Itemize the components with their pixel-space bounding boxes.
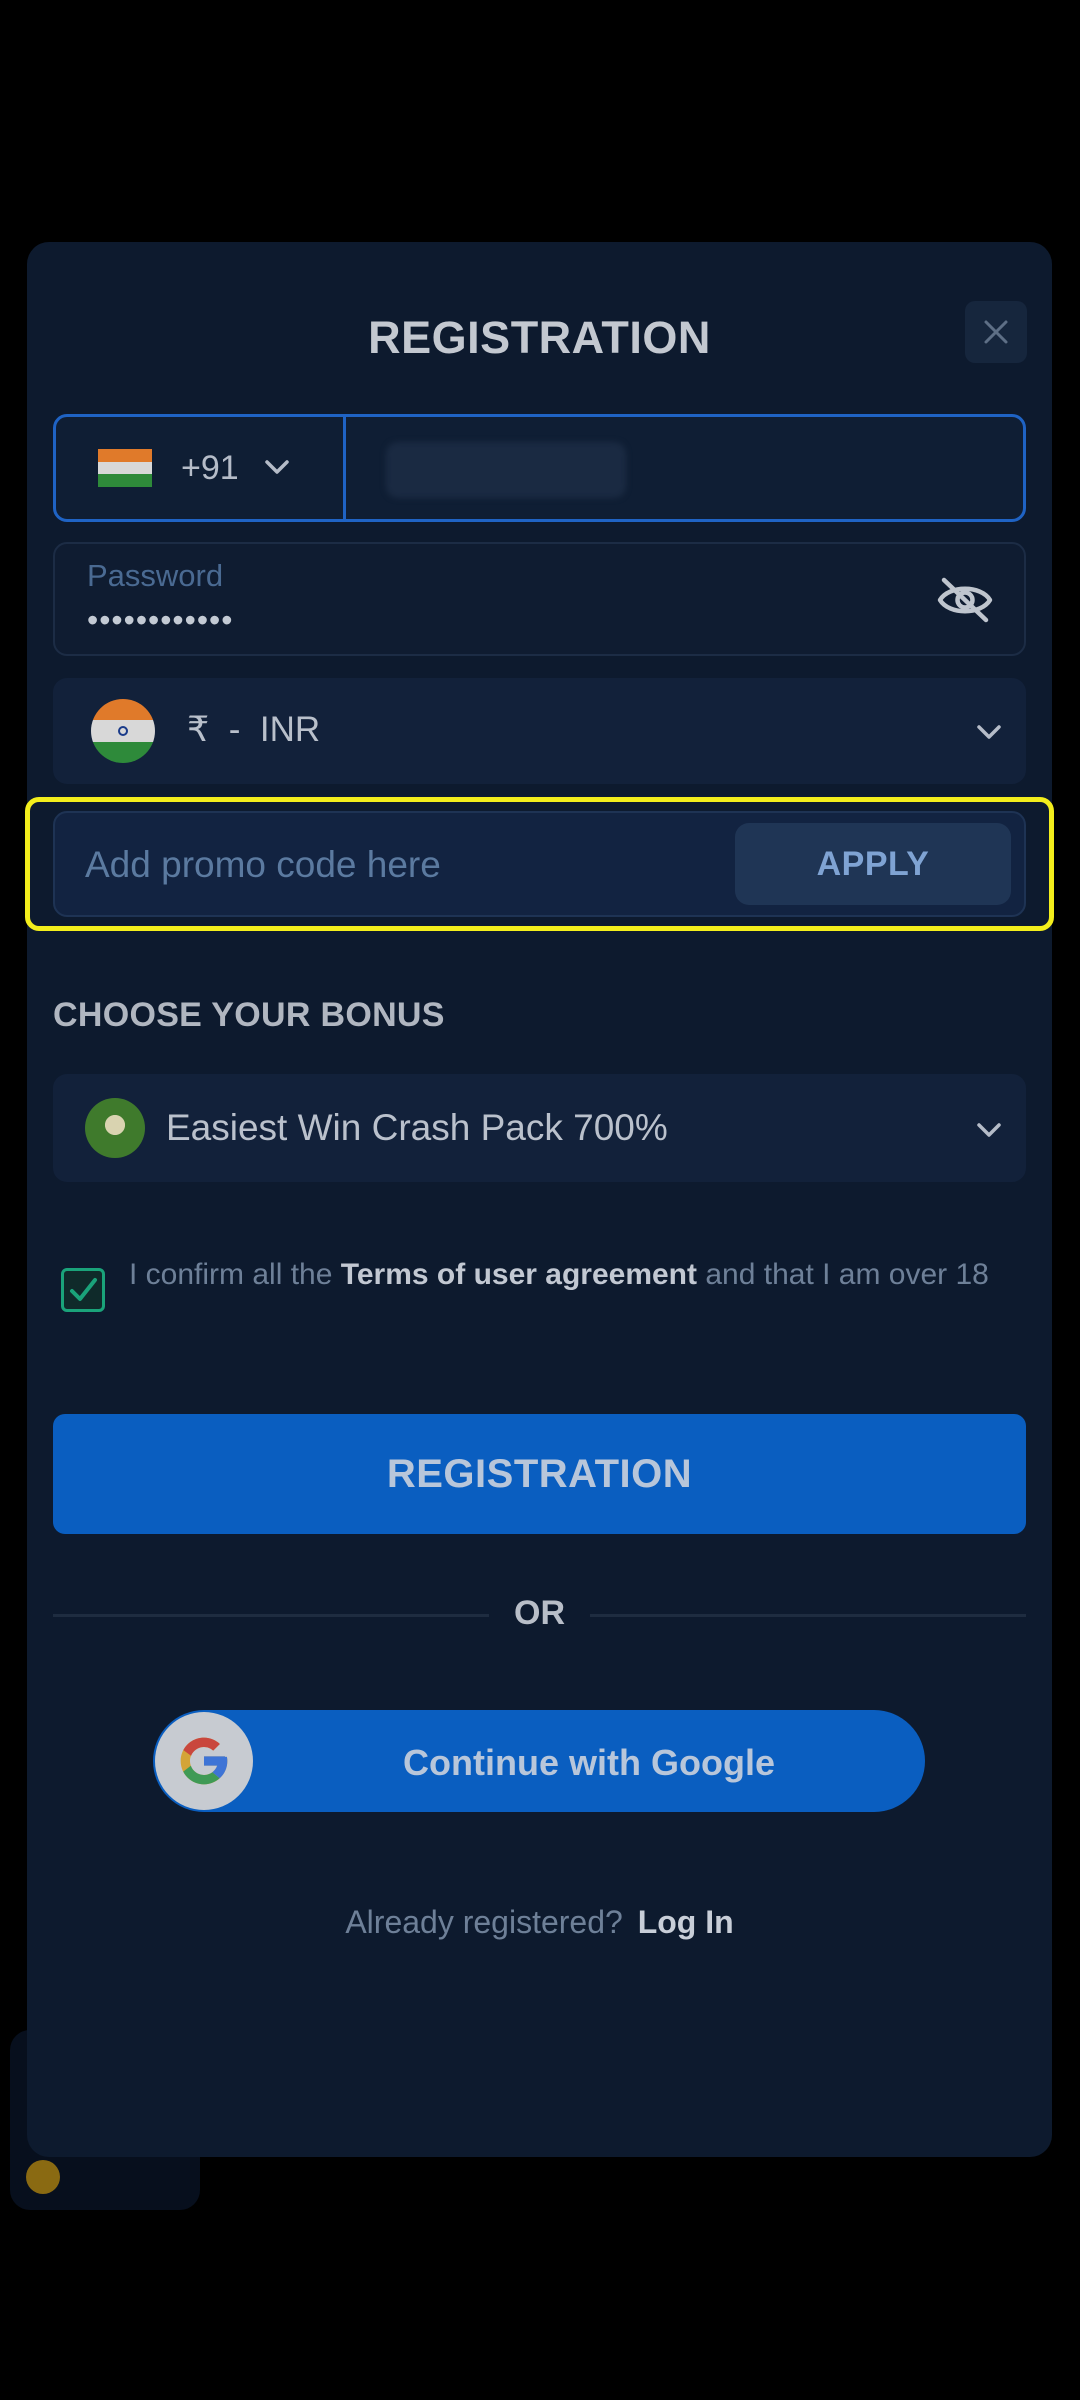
background-coin-icon <box>26 2160 60 2194</box>
or-label: OR <box>514 1594 565 1632</box>
password-field[interactable]: Password •••••••••••• <box>53 542 1026 656</box>
close-icon <box>984 320 1008 344</box>
india-flag-icon <box>91 699 155 763</box>
chevron-down-icon <box>977 1123 1001 1137</box>
close-button[interactable] <box>965 301 1027 363</box>
terms-checkbox[interactable] <box>61 1268 105 1312</box>
modal-title: REGISTRATION <box>368 312 711 363</box>
google-icon <box>155 1712 253 1810</box>
password-label: Password <box>87 558 224 593</box>
apply-promo-button[interactable]: APPLY <box>735 823 1011 905</box>
india-flag-icon <box>98 449 152 487</box>
phone-number-input[interactable] <box>386 442 626 498</box>
or-divider: OR <box>53 1594 1026 1634</box>
login-link[interactable]: Log In <box>638 1904 734 1940</box>
promo-code-input[interactable] <box>85 843 685 887</box>
bonus-avatar-icon <box>85 1098 145 1158</box>
chevron-down-icon <box>265 460 289 474</box>
promo-code-field: APPLY <box>53 811 1026 917</box>
bonus-select[interactable]: Easiest Win Crash Pack 700% <box>53 1074 1026 1182</box>
password-value: •••••••••••• <box>87 602 234 638</box>
currency-label: ₹ - INR <box>187 710 321 749</box>
password-visibility-toggle[interactable] <box>935 574 995 631</box>
currency-select[interactable]: ₹ - INR <box>53 678 1026 784</box>
eye-slash-icon <box>937 577 993 623</box>
bonus-selected-label: Easiest Win Crash Pack 700% <box>166 1107 668 1148</box>
dial-code: +91 <box>181 449 239 487</box>
bonus-heading: CHOOSE YOUR BONUS <box>53 996 445 1034</box>
google-button-label: Continue with Google <box>403 1742 775 1783</box>
terms-link[interactable]: Terms of user agreement <box>341 1258 697 1291</box>
terms-text: I confirm all the Terms of user agreemen… <box>129 1258 989 1291</box>
registration-modal: REGISTRATION +91 Password •••••••••••• ₹… <box>25 242 1054 2157</box>
registration-button[interactable]: REGISTRATION <box>53 1414 1026 1534</box>
phone-field: +91 <box>53 414 1026 522</box>
continue-with-google-button[interactable]: Continue with Google <box>153 1710 925 1812</box>
login-prompt: Already registered? Log In <box>345 1904 734 1940</box>
country-code-select[interactable]: +91 <box>56 417 346 519</box>
chevron-down-icon <box>977 725 1001 739</box>
checkmark-icon <box>70 1278 97 1301</box>
